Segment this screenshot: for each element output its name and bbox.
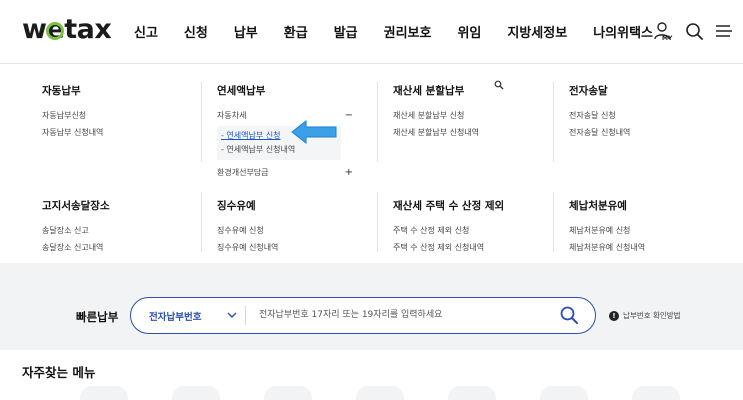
- column-divider: [201, 192, 202, 252]
- help-text: 납부번호 확인방법: [623, 311, 681, 320]
- menu-link-collection-deferral-apply[interactable]: 징수유예 신청: [217, 222, 278, 239]
- nav-item-refund[interactable]: 환급: [284, 22, 308, 41]
- favorite-tile[interactable]: [632, 386, 680, 400]
- menu-link-e-delivery-apply[interactable]: 전자송달 신청: [569, 107, 630, 124]
- menu-link-delivery-place-report[interactable]: 송달장소 신고: [42, 222, 110, 239]
- magnifier-icon: [494, 80, 504, 90]
- menu-title-delivery-place[interactable]: 고지서송달장소: [42, 198, 110, 213]
- favorite-tile[interactable]: [172, 386, 220, 400]
- menu-link-e-delivery-history[interactable]: 전자송달 신청내역: [569, 124, 630, 141]
- menu-title-annual-pay[interactable]: 연세액납부: [217, 83, 353, 98]
- menu-title-property-installment[interactable]: 재산세 분할납부: [393, 83, 479, 98]
- info-icon: !: [609, 310, 619, 321]
- column-divider: [553, 82, 554, 162]
- menu-link-auto-pay-apply[interactable]: 자동납부신청: [42, 107, 103, 124]
- menu-column-arrears-deferral: 체납처분유예 체납처분유예 신청 체납처분유예 신청내역: [569, 198, 645, 256]
- menu-column-auto-pay: 자동납부 자동납부신청 자동납부 신청내역: [42, 83, 103, 141]
- menu-link-delivery-place-history[interactable]: 송달장소 신고내역: [42, 239, 110, 256]
- menu-link-house-count-exclusion-history[interactable]: 주택 수 산정 제외 신청내역: [393, 239, 504, 256]
- nav-item-rights[interactable]: 권리보호: [384, 22, 432, 41]
- menu-icon[interactable]: [713, 20, 735, 42]
- menu-column-delivery-place: 고지서송달장소 송달장소 신고 송달장소 신고내역: [42, 198, 110, 256]
- menu-link-annual-pay-history[interactable]: - 연세액납부 신청내역: [221, 143, 337, 157]
- menu-link-property-installment-apply[interactable]: 재산세 분할납부 신청: [393, 107, 479, 124]
- menu-link-arrears-deferral-history[interactable]: 체납처분유예 신청내역: [569, 239, 645, 256]
- menu-group-car-tax-label: 자동차세: [217, 111, 247, 120]
- my-tag: MY: [662, 35, 673, 42]
- menu-link-collection-deferral-history[interactable]: 징수유예 신청내역: [217, 239, 278, 256]
- payment-number-help-link[interactable]: ! 납부번호 확인방법: [609, 310, 681, 321]
- nav-item-delegation[interactable]: 위임: [457, 22, 481, 41]
- favorite-tile[interactable]: [80, 386, 128, 400]
- favorite-tile[interactable]: [540, 386, 588, 400]
- user-my-icon[interactable]: MY: [653, 20, 675, 42]
- search-icon[interactable]: [559, 305, 579, 325]
- site-header: we tax 신고 신청 납부 환급 발급 권리보호 위임 지방세정보 나의위택스…: [0, 0, 743, 64]
- menu-group-env-charge-label: 환경개선부담금: [217, 168, 269, 177]
- menu-link-auto-pay-history[interactable]: 자동납부 신청내역: [42, 124, 103, 141]
- menu-title-collection-deferral[interactable]: 징수유예: [217, 198, 278, 213]
- menu-link-property-installment-history[interactable]: 재산세 분할납부 신청내역: [393, 124, 479, 141]
- menu-link-arrears-deferral-apply[interactable]: 체납처분유예 신청: [569, 222, 645, 239]
- quick-pay-search: 전자납부번호: [130, 297, 596, 334]
- menu-title-arrears-deferral[interactable]: 체납처분유예: [569, 198, 645, 213]
- menu-column-house-count-exclusion: 재산세 주택 수 산정 제외 주택 수 산정 제외 신청 주택 수 산정 제외 …: [393, 198, 504, 256]
- nav-item-apply[interactable]: 신청: [184, 22, 208, 41]
- menu-title-auto-pay[interactable]: 자동납부: [42, 83, 103, 98]
- select-value: 전자납부번호: [149, 312, 202, 323]
- column-divider: [377, 192, 378, 252]
- menu-group-env-charge[interactable]: 환경개선부담금 +: [217, 164, 353, 181]
- payment-number-type-select[interactable]: 전자납부번호: [131, 298, 246, 332]
- menu-column-property-installment: 재산세 분할납부 재산세 분할납부 신청 재산세 분할납부 신청내역: [393, 83, 479, 141]
- favorite-tile[interactable]: [356, 386, 404, 400]
- pointer-arrow-icon: [291, 119, 337, 145]
- expand-icon[interactable]: +: [345, 164, 353, 181]
- divider: [245, 306, 246, 325]
- quick-pay-band: 빠른납부 전자납부번호 ! 납부번호 확인방법: [0, 263, 743, 350]
- search-icon[interactable]: [683, 20, 705, 42]
- nav-item-payment[interactable]: 납부: [234, 22, 258, 41]
- favorites-tiles: [80, 386, 740, 400]
- payment-number-input[interactable]: [259, 304, 549, 326]
- quick-pay-label: 빠른납부: [76, 310, 119, 324]
- collapse-icon[interactable]: −: [345, 107, 353, 124]
- menu-column-collection-deferral: 징수유예 징수유예 신청 징수유예 신청내역: [217, 198, 278, 256]
- mega-menu: 자동납부 자동납부신청 자동납부 신청내역 연세액납부 자동차세 − - 연세액…: [0, 64, 743, 263]
- column-divider: [377, 82, 378, 162]
- favorite-tile[interactable]: [264, 386, 312, 400]
- favorites-title: 자주찾는 메뉴: [22, 365, 96, 380]
- main-nav: 신고 신청 납부 환급 발급 권리보호 위임 지방세정보 나의위택스: [134, 22, 653, 41]
- wetax-logo[interactable]: we tax: [22, 14, 112, 45]
- nav-item-report[interactable]: 신고: [134, 22, 158, 41]
- column-divider: [553, 192, 554, 252]
- nav-item-issue[interactable]: 발급: [334, 22, 358, 41]
- chevron-down-icon: [227, 312, 237, 318]
- favorite-tile[interactable]: [448, 386, 496, 400]
- column-divider: [201, 82, 202, 162]
- nav-item-local-tax-info[interactable]: 지방세정보: [507, 22, 567, 41]
- header-icons: MY: [645, 20, 735, 42]
- menu-title-e-delivery[interactable]: 전자송달: [569, 83, 630, 98]
- menu-title-house-count-exclusion[interactable]: 재산세 주택 수 산정 제외: [393, 198, 504, 213]
- menu-column-e-delivery: 전자송달 전자송달 신청 전자송달 신청내역: [569, 83, 630, 141]
- menu-link-house-count-exclusion-apply[interactable]: 주택 수 산정 제외 신청: [393, 222, 504, 239]
